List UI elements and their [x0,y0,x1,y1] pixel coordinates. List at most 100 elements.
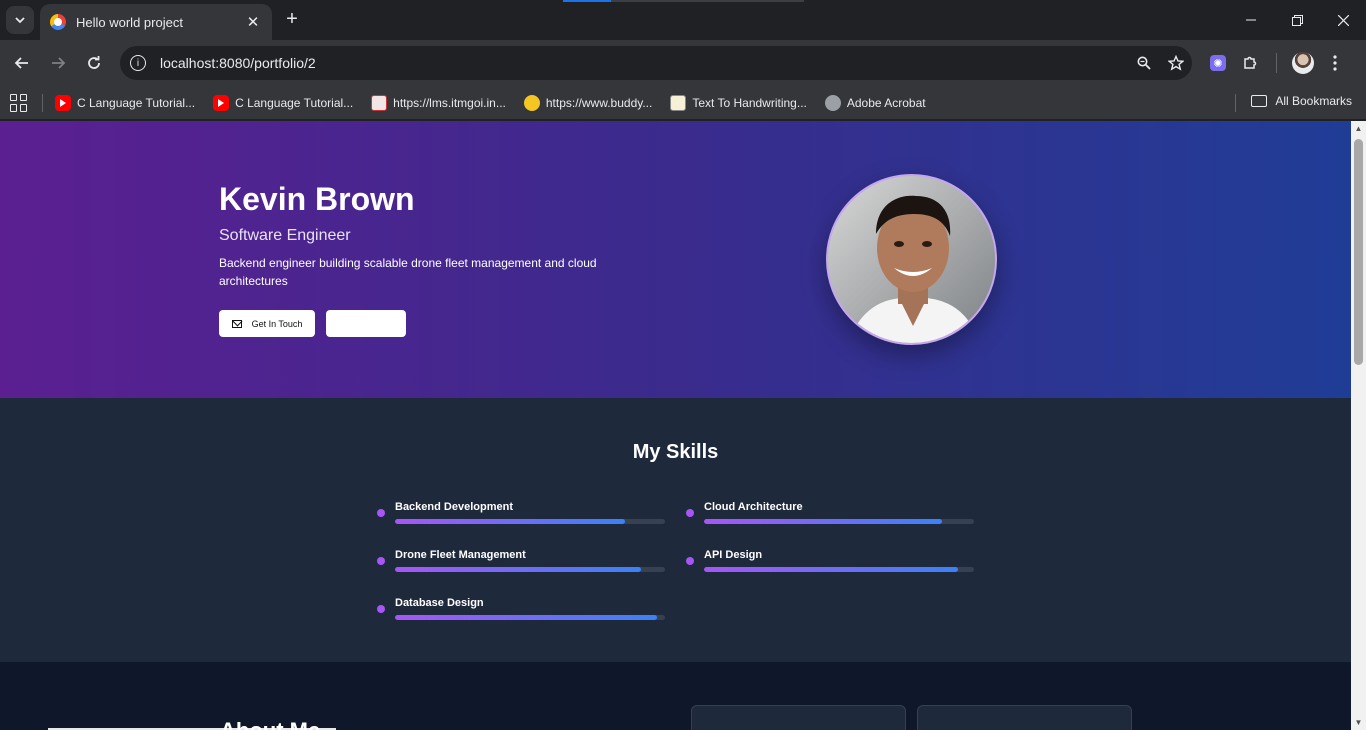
hero-section: Kevin Brown Software Engineer Backend en… [0,121,1351,398]
bookmark-item[interactable]: https://lms.itmgoi.in... [371,94,506,111]
tab-strip: Hello world project ✕ + [0,0,1366,40]
skill-bullet-icon [686,509,694,517]
skill-item: Drone Fleet Management [377,547,667,577]
toolbar-divider [1276,53,1277,73]
bookmark-item[interactable]: Text To Handwriting... [670,94,807,111]
minimize-icon [1246,19,1256,21]
folder-icon [1251,95,1268,107]
skill-progress-track [704,519,974,524]
mail-icon [231,319,242,328]
extension-button[interactable]: ✺ [1202,47,1234,79]
skill-bullet-icon [377,509,385,517]
skill-progress-fill [704,519,942,524]
page-viewport: Kevin Brown Software Engineer Backend en… [0,121,1351,730]
hero-description: Backend engineer building scalable drone… [219,256,597,288]
bookmark-item[interactable]: Adobe Acrobat [824,94,926,111]
tab-favicon-icon [50,14,66,30]
more-vert-icon [1333,55,1337,71]
youtube-icon [55,94,71,111]
skill-name: Backend Development [395,501,513,513]
buddy-icon [523,94,540,111]
skills-section: My Skills Backend Development Cloud Arch… [0,398,1351,662]
back-arrow-icon [14,57,28,69]
tab-active[interactable]: Hello world project ✕ [40,4,272,40]
skill-bullet-icon [377,557,385,565]
forward-button[interactable] [46,51,70,75]
get-in-touch-button[interactable]: Get In Touch [219,310,315,337]
all-bookmarks-button[interactable]: All Bookmarks [1251,94,1352,108]
skill-progress-track [395,519,665,524]
bookmark-item[interactable]: C Language Tutorial... [213,94,353,111]
about-title: About Me [220,718,320,730]
secondary-button[interactable] [326,310,406,337]
skill-item: Backend Development [377,499,667,529]
skill-progress-track [704,567,974,572]
bookmarks-bar: C Language Tutorial... C Language Tutori… [0,86,1366,120]
avatar [1292,52,1314,74]
menu-button[interactable] [1319,47,1351,79]
youtube-icon [213,94,230,111]
page-scrollbar[interactable]: ▲ ▼ [1351,121,1366,730]
skill-bullet-icon [377,605,385,613]
globe-icon [824,94,841,111]
skill-name: Cloud Architecture [704,501,803,513]
bookmark-label: https://www.buddy... [545,95,653,110]
browser-toolbar: i localhost:8080/portfolio/2 ✺ [0,40,1366,86]
skill-item: Database Design [377,595,667,625]
minimize-button[interactable] [1228,0,1274,40]
zoom-icon[interactable] [1128,47,1160,79]
tab-search-button[interactable] [6,6,34,34]
hero-name: Kevin Brown [219,181,415,217]
profile-button[interactable] [1287,47,1319,79]
skill-name: API Design [704,549,763,561]
reload-icon [88,56,100,69]
restore-button[interactable] [1274,0,1320,40]
puzzle-icon [1244,56,1257,69]
restore-icon [1291,14,1303,26]
back-button[interactable] [10,51,34,75]
skills-title: My Skills [632,441,719,463]
scrollbar-thumb[interactable] [1354,139,1363,365]
extension-icon: ✺ [1210,55,1226,71]
skill-progress-fill [704,567,958,572]
chevron-down-icon [15,17,25,24]
scroll-up-icon[interactable]: ▲ [1351,121,1366,136]
bookmark-label: https://lms.itmgoi.in... [393,95,506,110]
skill-progress-track [395,567,665,572]
skill-bullet-icon [686,557,694,565]
profile-photo [826,174,997,345]
bookmarks-divider [42,93,43,112]
skill-item: Cloud Architecture [686,499,976,529]
url-text[interactable]: localhost:8080/portfolio/2 [160,55,1128,71]
new-tab-button[interactable]: + [282,8,302,32]
skill-progress-fill [395,519,625,524]
skill-item: API Design [686,547,976,577]
hero-role: Software Engineer [219,227,351,244]
bookmark-item[interactable]: C Language Tutorial... [55,94,196,111]
close-icon[interactable]: ✕ [244,13,262,31]
close-icon [1337,14,1349,26]
reload-button[interactable] [82,51,106,75]
site-info-icon[interactable]: i [130,55,146,71]
close-window-button[interactable] [1320,0,1366,40]
skill-progress-fill [395,615,657,620]
about-card [917,705,1132,730]
loading-indicator [563,0,804,2]
bookmark-item[interactable]: https://www.buddy... [523,94,653,111]
scroll-down-icon[interactable]: ▼ [1351,715,1366,730]
notepad-icon [670,94,687,111]
skill-name: Drone Fleet Management [395,549,526,561]
window-controls [1228,0,1366,40]
bookmark-label: Adobe Acrobat [846,95,926,110]
bookmark-star-icon[interactable] [1160,47,1192,79]
skill-progress-track [395,615,665,620]
skill-progress-fill [395,567,641,572]
extensions-button[interactable] [1234,47,1266,79]
get-in-touch-label: Get In Touch [251,318,303,329]
bookmark-label: Text To Handwriting... [692,95,807,110]
address-bar[interactable]: i localhost:8080/portfolio/2 [120,46,1192,80]
bookmark-label: C Language Tutorial... [77,95,196,110]
lms-icon [371,94,388,111]
about-section: About Me [0,662,1351,730]
apps-grid-icon[interactable] [10,93,28,112]
